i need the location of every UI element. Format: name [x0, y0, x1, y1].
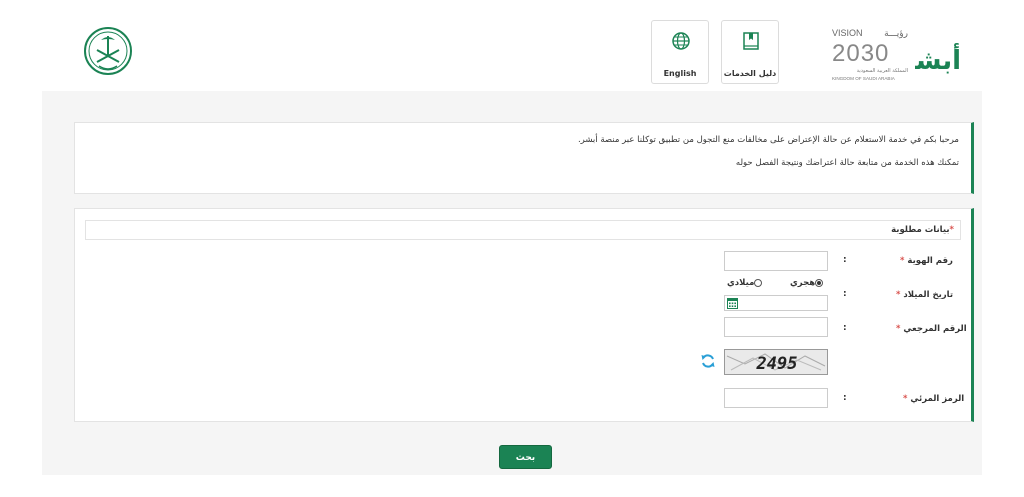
reference-number-label: الرقم المرجعي * — [896, 324, 967, 334]
hijri-radio[interactable]: هجري — [790, 278, 824, 288]
section-title: *بيانات مطلوبة — [891, 225, 954, 235]
gregorian-label: ميلادي — [727, 278, 755, 288]
refresh-captcha-icon[interactable] — [700, 353, 716, 369]
captcha-code-input[interactable] — [724, 388, 828, 408]
birthdate-label: تاريخ الميلاد * — [896, 290, 954, 300]
svg-text:2495: 2495 — [756, 354, 798, 374]
globe-icon — [672, 32, 690, 50]
hijri-radio-button[interactable] — [815, 278, 824, 287]
service-info-box: مرحبا بكم في خدمة الاستعلام عن حالة الإع… — [74, 122, 974, 194]
colon: : — [843, 255, 847, 265]
reference-number-input[interactable] — [724, 317, 828, 337]
svg-text:المملكة العربية السعودية: المملكة العربية السعودية — [857, 68, 908, 74]
service-intro-text: مرحبا بكم في خدمة الاستعلام عن حالة الإع… — [577, 135, 959, 145]
calendar-icon[interactable] — [727, 298, 738, 309]
services-guide-label: دليل الخدمات — [723, 69, 777, 78]
required-data-section-header: *بيانات مطلوبة — [85, 220, 961, 240]
absher-logo: أبشر — [915, 43, 961, 76]
svg-text:KINGDOM OF SAUDI ARABIA: KINGDOM OF SAUDI ARABIA — [832, 76, 896, 81]
vision-2030-logo: VISION رؤيـــة 2030 المملكة العربية السع… — [832, 28, 908, 81]
birthdate-input[interactable] — [724, 295, 828, 311]
colon: : — [843, 323, 847, 333]
captcha-graphic: 2495 — [725, 350, 827, 374]
id-number-label: رقم الهوية * — [900, 256, 953, 266]
captcha-code-label: الرمز المرئي * — [903, 394, 965, 404]
hijri-label: هجري — [790, 278, 816, 288]
svg-text:رؤيـــة: رؤيـــة — [884, 29, 908, 39]
english-language-button[interactable]: English — [651, 20, 709, 84]
svg-text:أبشر: أبشر — [915, 43, 961, 76]
inquiry-form — [74, 208, 974, 422]
required-star: * — [949, 225, 954, 235]
saudi-emblem-logo — [84, 27, 132, 75]
service-description-text: تمكنك هذه الخدمة من متابعة حالة اعتراضك … — [735, 158, 959, 168]
gregorian-radio[interactable]: ميلادي — [727, 278, 763, 288]
svg-text:2030: 2030 — [832, 40, 889, 67]
book-icon — [743, 32, 759, 50]
services-guide-button[interactable]: دليل الخدمات — [721, 20, 779, 84]
svg-text:VISION: VISION — [832, 28, 863, 38]
search-button[interactable]: بحث — [499, 445, 552, 469]
english-label: English — [663, 69, 697, 78]
captcha-image: 2495 — [724, 349, 828, 375]
colon: : — [843, 393, 847, 403]
id-number-input[interactable] — [724, 251, 828, 271]
page-header: English دليل الخدمات VISION رؤيـــة 2030… — [0, 0, 1024, 91]
colon: : — [843, 289, 847, 299]
gregorian-radio-button[interactable] — [754, 278, 763, 287]
